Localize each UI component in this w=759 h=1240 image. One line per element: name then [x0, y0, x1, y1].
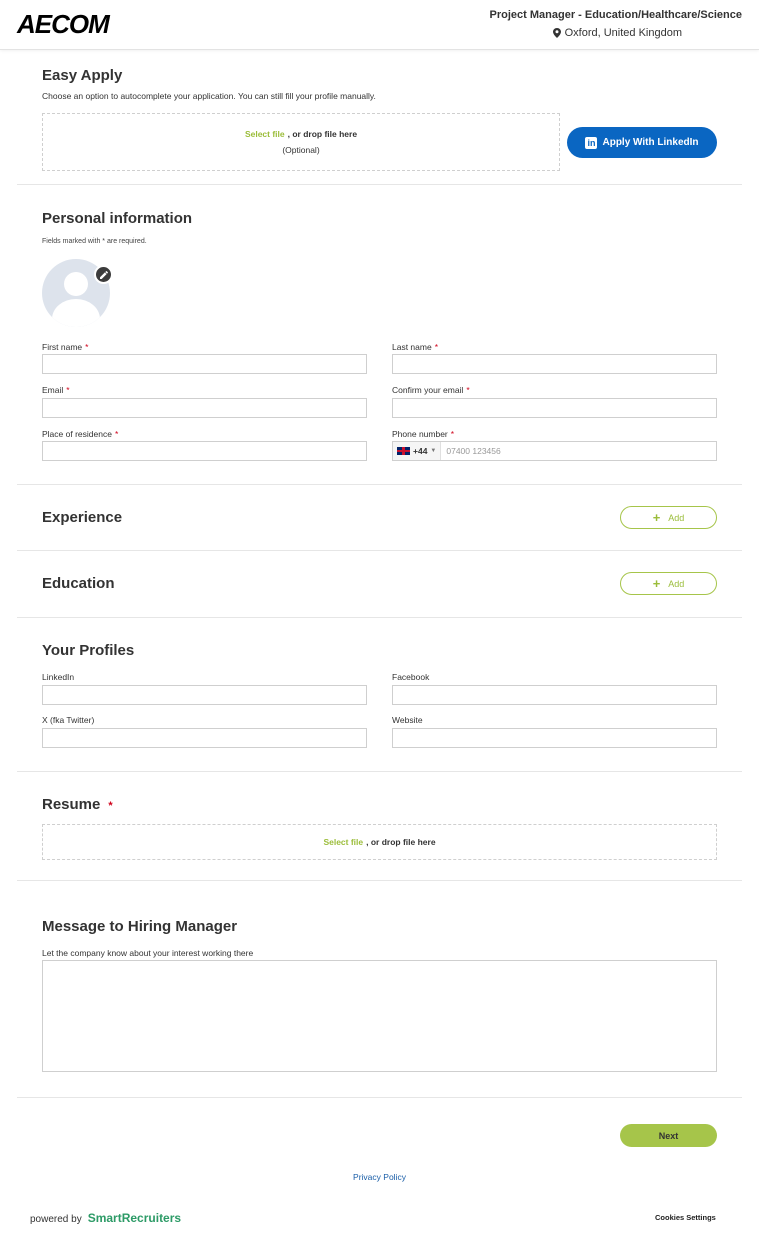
job-title: Project Manager - Education/Healthcare/S…	[489, 9, 742, 21]
add-experience-label: Add	[668, 512, 685, 523]
confirm-email-input[interactable]	[392, 398, 717, 418]
message-title: Message to Hiring Manager	[42, 918, 238, 935]
education-title: Education	[42, 575, 115, 592]
experience-title: Experience	[42, 509, 123, 526]
resume-drop-text: , or drop file here	[366, 837, 436, 847]
location-pin-icon	[552, 28, 561, 38]
profiles-title: Your Profiles	[42, 642, 135, 659]
email-label: Email *	[42, 385, 70, 395]
select-file-link[interactable]: Select file	[245, 129, 285, 139]
section-divider	[17, 184, 742, 185]
cookies-settings-link[interactable]: Cookies Settings	[655, 1213, 716, 1222]
phone-input[interactable]	[441, 442, 716, 460]
easy-apply-description: Choose an option to autocomplete your ap…	[42, 91, 376, 101]
confirm-email-label: Confirm your email *	[392, 385, 470, 395]
twitter-input[interactable]	[42, 728, 367, 748]
section-divider	[17, 550, 742, 551]
plus-icon: +	[652, 576, 661, 591]
linkedin-button-label: Apply With LinkedIn	[602, 137, 699, 148]
phone-field: +44 ▼	[392, 441, 717, 461]
message-textarea[interactable]	[42, 960, 717, 1072]
job-location: Oxford, United Kingdom	[552, 27, 682, 39]
linkedin-input[interactable]	[42, 685, 367, 705]
required-fields-note: Fields marked with * are required.	[42, 238, 147, 245]
page-header: AECOM Project Manager - Education/Health…	[0, 0, 759, 50]
first-name-input[interactable]	[42, 354, 367, 374]
resume-title: Resume *	[42, 796, 113, 813]
resume-dropzone[interactable]: Select file, or drop file here	[42, 824, 717, 860]
website-label: Website	[392, 715, 423, 725]
residence-label: Place of residence *	[42, 429, 119, 439]
smartrecruiters-logo[interactable]: SmartRecruiters	[88, 1211, 181, 1225]
country-code: +44	[413, 446, 428, 456]
personal-info-title: Personal information	[42, 210, 193, 227]
first-name-label: First name *	[42, 342, 89, 352]
phone-label: Phone number *	[392, 429, 455, 439]
apply-with-linkedin-button[interactable]: in Apply With LinkedIn	[567, 127, 717, 158]
drop-file-text: , or drop file here	[287, 129, 358, 139]
autocomplete-dropzone[interactable]: Select file, or drop file here (Optional…	[42, 113, 560, 171]
easy-apply-title: Easy Apply	[42, 67, 123, 84]
last-name-input[interactable]	[392, 354, 717, 374]
chevron-down-icon: ▼	[430, 448, 437, 454]
powered-by: powered by SmartRecruiters	[30, 1211, 181, 1225]
message-description: Let the company know about your interest…	[42, 948, 254, 958]
email-input[interactable]	[42, 398, 367, 418]
add-education-button[interactable]: + Add	[620, 572, 717, 595]
linkedin-icon: in	[585, 136, 598, 149]
section-divider	[17, 771, 742, 772]
plus-icon: +	[652, 510, 661, 525]
twitter-label: X (fka Twitter)	[42, 715, 95, 725]
uk-flag-icon	[397, 447, 410, 455]
section-divider	[17, 1097, 742, 1098]
country-code-select[interactable]: +44 ▼	[393, 442, 442, 460]
privacy-policy-link[interactable]: Privacy Policy	[0, 1172, 759, 1182]
resume-select-file-link[interactable]: Select file	[323, 837, 363, 847]
optional-note: (Optional)	[282, 145, 320, 155]
edit-avatar-button[interactable]	[94, 265, 113, 284]
add-education-label: Add	[668, 578, 685, 589]
section-divider	[17, 880, 742, 881]
next-button[interactable]: Next	[620, 1124, 717, 1147]
location-text: Oxford, United Kingdom	[564, 27, 682, 39]
linkedin-label: LinkedIn	[42, 672, 75, 682]
powered-by-text: powered by	[30, 1214, 82, 1225]
residence-input[interactable]	[42, 441, 367, 461]
company-logo[interactable]: AECOM	[17, 9, 110, 40]
last-name-label: Last name *	[392, 342, 439, 352]
section-divider	[17, 484, 742, 485]
facebook-label: Facebook	[392, 672, 430, 682]
pencil-icon	[99, 270, 108, 279]
section-divider	[17, 617, 742, 618]
add-experience-button[interactable]: + Add	[620, 506, 717, 529]
website-input[interactable]	[392, 728, 717, 748]
facebook-input[interactable]	[392, 685, 717, 705]
